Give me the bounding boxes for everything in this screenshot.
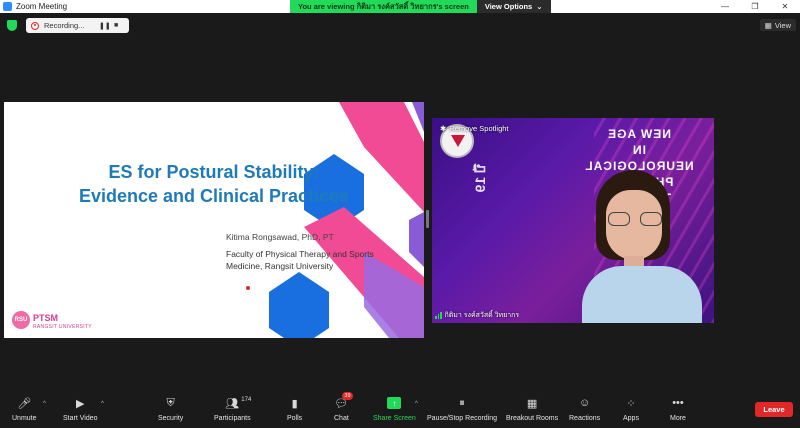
rangsit-logo-subtext: RANGSIT UNIVERSITY xyxy=(33,324,92,330)
microphone-muted-icon: 🎤︎ xyxy=(17,397,32,410)
view-button-label: View xyxy=(774,20,791,30)
close-button[interactable]: ✕ xyxy=(770,0,800,13)
slide-title-line1: ES for Postural Stability: xyxy=(108,162,320,182)
participant-name: กิติมา รงค์สวัสดิ์ วิทยากร xyxy=(444,312,520,319)
remove-spotlight-button[interactable]: ✱ Remove Spotlight xyxy=(440,124,509,133)
banner-text-line1: NEW AGE xyxy=(607,127,671,141)
remove-spotlight-label: Remove Spotlight xyxy=(449,124,509,133)
view-options-label: View Options xyxy=(484,2,533,11)
shared-screen-slide: ES for Postural Stability: Evidence and … xyxy=(4,102,424,338)
purple-triangle-mid xyxy=(409,212,424,267)
unmute-label: Unmute xyxy=(12,415,37,422)
meeting-topbar: Recording... ❚❚ ■ ▦ View xyxy=(0,13,800,39)
slide-affiliation-line1: Faculty of Physical Therapy and Sports xyxy=(226,249,374,259)
polls-chart-icon: ▮ xyxy=(291,397,298,410)
pause-stop-recording-button[interactable]: ⏸︎ Pause/Stop Recording xyxy=(427,396,498,423)
apps-button[interactable]: ⁘ Apps xyxy=(623,396,639,423)
slide-affiliation: Faculty of Physical Therapy and Sports M… xyxy=(226,248,374,272)
unmute-button[interactable]: 🎤︎ Unmute xyxy=(12,396,37,423)
start-video-label: Start Video xyxy=(63,415,98,422)
meeting-controls-toolbar: 🎤︎ Unmute ^ ▶ Start Video ^ ⛨ Security 👥… xyxy=(0,392,800,428)
chat-unread-badge: 39 xyxy=(342,392,353,400)
participants-label: Participants xyxy=(214,415,251,422)
chat-label: Chat xyxy=(334,415,349,422)
share-screen-icon: ↑ xyxy=(387,397,402,409)
participants-glyph: 👥︎ xyxy=(225,397,240,410)
apps-icon: ⁘ xyxy=(626,397,636,410)
ptsm-logo-text: PTSM xyxy=(33,313,59,323)
breakout-rooms-label: Breakout Rooms xyxy=(506,415,559,422)
share-screen-label: Share Screen xyxy=(373,415,416,422)
recording-indicator: Recording... ❚❚ ■ xyxy=(26,18,129,33)
stop-recording-icon[interactable]: ■ xyxy=(114,22,118,29)
reactions-label: Reactions xyxy=(569,415,601,422)
participant-count: 174 xyxy=(241,397,252,403)
leave-button[interactable]: Leave xyxy=(755,402,793,417)
share-screen-button[interactable]: ↑ Share Screen xyxy=(373,396,416,422)
view-button[interactable]: ▦ View xyxy=(759,19,796,31)
polls-button[interactable]: ▮ Polls xyxy=(287,396,303,423)
zoom-app-icon xyxy=(3,2,12,11)
share-banner: You are viewing กิติมา รงค์สวัสดิ์ วิทยา… xyxy=(290,0,551,13)
pause-recording-icon[interactable]: ❚❚ xyxy=(99,22,111,30)
apps-label: Apps xyxy=(623,415,639,422)
view-options-button[interactable]: View Options ⌄ xyxy=(476,0,551,13)
spotlight-video[interactable]: NEW AGE IN NEUROLOGICAL PHYSICAL THERAPY… xyxy=(432,118,714,323)
chat-icon: 💬︎ 39 xyxy=(334,392,353,410)
participant-person xyxy=(582,170,702,323)
recording-label: Recording... xyxy=(44,21,85,30)
chat-button[interactable]: 💬︎ 39 Chat xyxy=(334,392,353,422)
video-options-caret[interactable]: ^ xyxy=(101,401,104,407)
ptsm-logo-icon: RSU xyxy=(12,311,30,329)
breakout-rooms-icon: ▦ xyxy=(526,397,538,410)
minimize-button[interactable]: — xyxy=(710,0,740,13)
video-off-icon: ▶ xyxy=(76,397,85,410)
share-options-caret[interactable]: ^ xyxy=(415,401,418,407)
background-side-text: ปี 19 xyxy=(472,164,488,193)
window-title: Zoom Meeting xyxy=(16,2,68,11)
breakout-rooms-button[interactable]: ▦ Breakout Rooms xyxy=(506,396,559,423)
grid-view-icon: ▦ xyxy=(764,20,772,30)
more-label: More xyxy=(670,415,686,422)
start-video-button[interactable]: ▶ Start Video xyxy=(63,396,98,423)
encryption-shield-icon[interactable] xyxy=(7,20,17,31)
chevron-down-icon: ⌄ xyxy=(536,2,543,11)
pause-stop-icon: ⏸︎ xyxy=(459,396,465,409)
security-shield-icon: ⛨ xyxy=(166,396,175,409)
slide-affiliation-line2: Medicine, Rangsit University xyxy=(226,261,334,271)
signal-strength-icon xyxy=(435,312,442,319)
reactions-button[interactable]: ☺ Reactions xyxy=(569,396,600,422)
slide-title-line2: Evidence and Clinical Practices xyxy=(78,186,350,206)
pause-stop-recording-label: Pause/Stop Recording xyxy=(427,415,498,422)
split-view-handle[interactable] xyxy=(426,210,429,228)
reactions-icon: ☺ xyxy=(578,397,591,409)
laser-pointer xyxy=(246,286,250,290)
maximize-button[interactable]: ❐ xyxy=(740,0,770,13)
more-dots-icon: ••• xyxy=(672,397,684,409)
slide-author: Kitima Rongsawad, PhD, PT xyxy=(226,232,334,242)
participant-namebar: กิติมา รงค์สวัสดิ์ วิทยากร xyxy=(432,310,519,321)
security-button[interactable]: ⛨ Security xyxy=(158,396,184,423)
security-label: Security xyxy=(158,415,184,422)
participants-icon: 👥︎ 174 xyxy=(225,396,251,410)
slide-decoration xyxy=(269,102,424,338)
blue-hexagon-bottom xyxy=(269,272,329,338)
polls-label: Polls xyxy=(287,415,303,422)
pin-icon: ✱ xyxy=(440,124,447,133)
more-button[interactable]: ••• More xyxy=(670,396,686,422)
window-controls: — ❐ ✕ xyxy=(710,0,800,13)
viewing-screen-label: You are viewing กิติมา รงค์สวัสดิ์ วิทยา… xyxy=(290,0,477,13)
recording-icon xyxy=(31,21,39,30)
participants-button[interactable]: 👥︎ 174 Participants xyxy=(214,396,251,422)
audio-options-caret[interactable]: ^ xyxy=(43,401,46,407)
